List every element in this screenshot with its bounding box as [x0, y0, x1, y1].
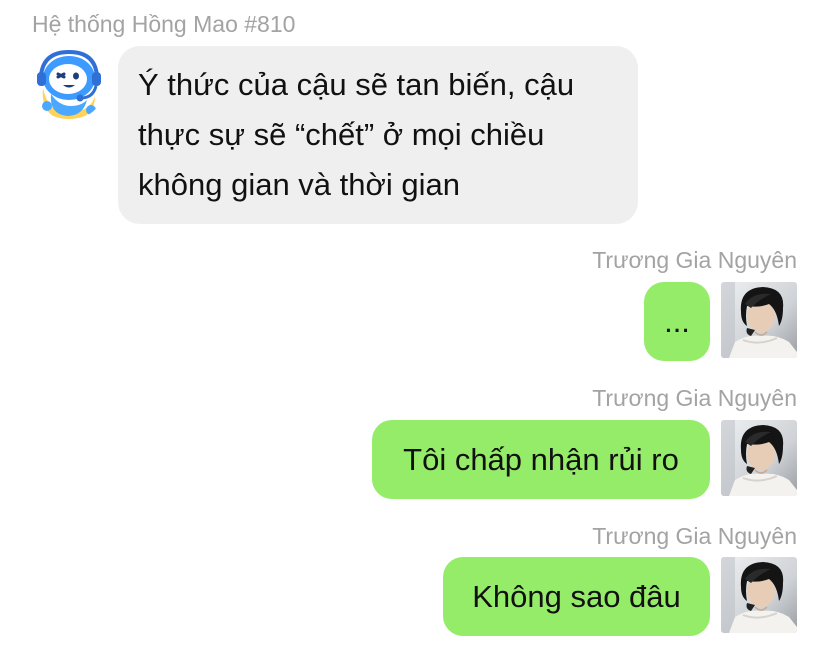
message-2-text: Tôi chấp nhận rủi ro	[403, 441, 679, 477]
user-portrait-avatar[interactable]	[721, 420, 797, 496]
message-1-text: ...	[664, 303, 690, 339]
message-3-bubble[interactable]: Không sao đâu	[443, 557, 710, 636]
bot-message-text: Ý thức của cậu sẽ tan biến, cậu thực sự …	[138, 67, 575, 202]
bot-message-bubble[interactable]: Ý thức của cậu sẽ tan biến, cậu thực sự …	[118, 46, 638, 224]
message-3-sender-name: Trương Gia Nguyên	[592, 523, 797, 549]
bot-sender-name: Hệ thống Hồng Mao #810	[32, 11, 296, 37]
user-portrait-avatar[interactable]	[721, 557, 797, 633]
user-portrait-avatar[interactable]	[721, 282, 797, 358]
message-1-sender-name: Trương Gia Nguyên	[592, 247, 797, 273]
message-2-bubble[interactable]: Tôi chấp nhận rủi ro	[372, 420, 710, 499]
message-1-bubble[interactable]: ...	[644, 282, 710, 361]
message-2-sender-name: Trương Gia Nguyên	[592, 385, 797, 411]
message-3-text: Không sao đâu	[472, 578, 681, 614]
robot-mascot-headset-icon[interactable]	[31, 44, 107, 120]
